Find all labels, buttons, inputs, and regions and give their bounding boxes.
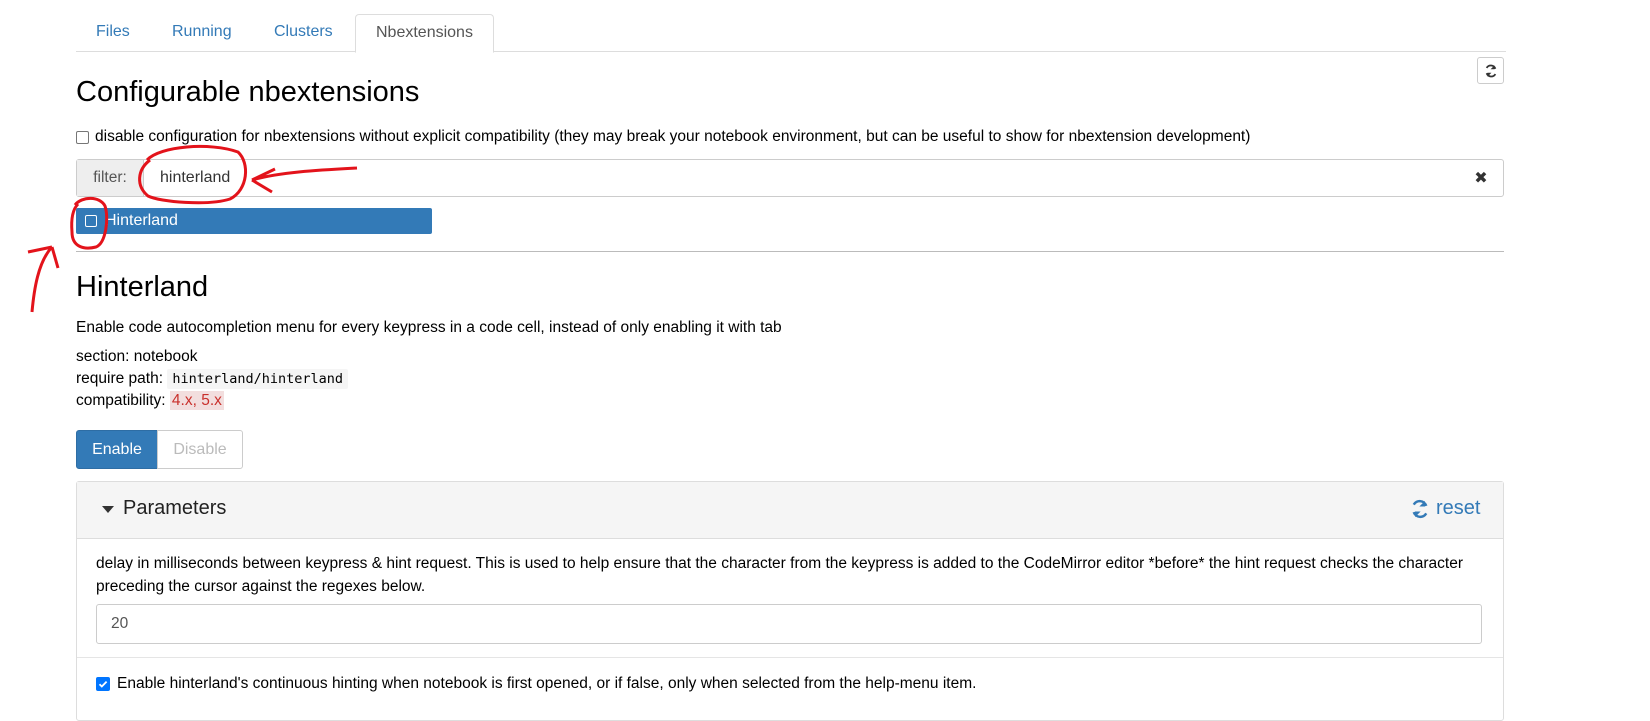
extension-section: section: notebook — [76, 348, 198, 366]
reset-button[interactable]: reset — [1410, 497, 1480, 520]
tab-nbextensions[interactable]: Nbextensions — [355, 14, 494, 53]
refresh-icon — [1412, 499, 1428, 518]
extension-compatibility: compatibility: 4.x, 5.x — [76, 391, 224, 410]
tab-clusters[interactable]: Clusters — [254, 14, 353, 50]
filter-input[interactable] — [144, 160, 1459, 196]
extension-list-item-hinterland[interactable]: Hinterland — [76, 208, 432, 234]
divider — [76, 251, 1504, 252]
require-value: hinterland/hinterland — [167, 369, 349, 389]
reset-label: reset — [1436, 497, 1481, 519]
caret-down-icon[interactable] — [102, 506, 114, 513]
section-label: section: — [76, 348, 130, 365]
tab-files[interactable]: Files — [76, 14, 150, 50]
extension-require-path: require path: hinterland/hinterland — [76, 369, 349, 389]
tab-running[interactable]: Running — [152, 14, 252, 50]
checkmark-icon — [98, 680, 108, 688]
compat-value: 4.x, 5.x — [169, 391, 224, 410]
param-separator — [77, 657, 1503, 658]
disable-button[interactable]: Disable — [157, 430, 243, 469]
filter-label: filter: — [77, 160, 144, 196]
tabs-baseline — [76, 51, 1506, 52]
refresh-button[interactable] — [1477, 57, 1504, 84]
close-icon[interactable]: ✖ — [1459, 160, 1503, 196]
param-delay-description: delay in milliseconds between keypress &… — [96, 555, 1464, 595]
continuous-hinting-checkbox[interactable] — [96, 677, 110, 691]
refresh-icon — [1485, 64, 1496, 77]
extension-enable-checkbox[interactable] — [85, 215, 97, 227]
param-delay-input[interactable] — [96, 604, 1482, 644]
annotation-arrow-checkbox — [27, 245, 60, 313]
parameters-title[interactable]: Parameters — [123, 497, 226, 520]
compat-label: compatibility: — [76, 392, 166, 409]
param-continuous-hinting: Enable hinterland's continuous hinting w… — [96, 675, 976, 693]
compat-checkbox-label: disable configuration for nbextensions w… — [95, 128, 1251, 145]
extension-description: Enable code autocompletion menu for ever… — [76, 319, 782, 336]
extension-title: Hinterland — [76, 271, 209, 303]
filter-group: filter: ✖ — [76, 159, 1504, 197]
page-title: Configurable nbextensions — [76, 76, 420, 108]
enable-button[interactable]: Enable — [76, 430, 158, 469]
compat-checkbox[interactable] — [76, 130, 89, 144]
compat-option: disable configuration for nbextensions w… — [76, 128, 1250, 146]
require-label: require path: — [76, 370, 164, 387]
parameters-header[interactable] — [77, 482, 1503, 539]
section-value: notebook — [133, 348, 198, 365]
continuous-hinting-label: Enable hinterland's continuous hinting w… — [117, 675, 977, 692]
extension-list-label: Hinterland — [105, 212, 178, 229]
